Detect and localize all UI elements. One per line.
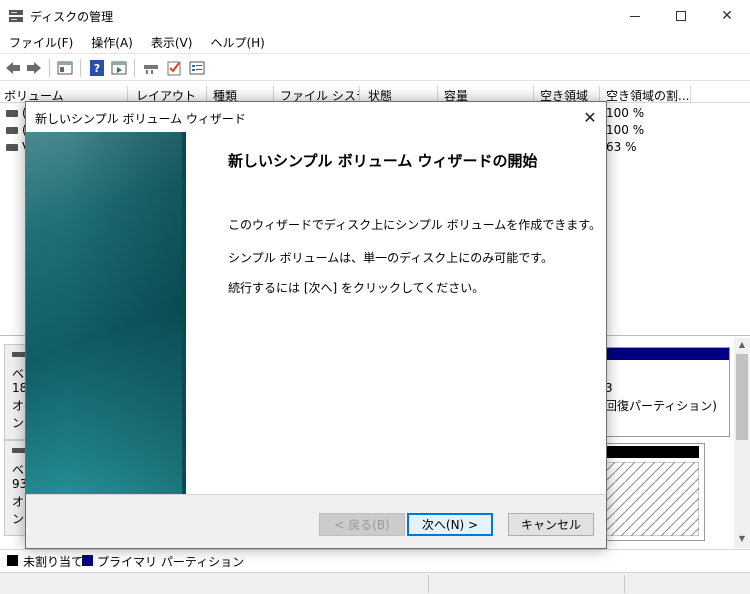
connect-icon[interactable]: [142, 59, 160, 77]
dialog-title: 新しいシンプル ボリューム ウィザード: [35, 112, 246, 126]
disk-icon: [12, 448, 26, 453]
legend-primary: プライマリ パーティション: [97, 555, 245, 569]
banner-shade: [66, 132, 186, 494]
free-percent: 100 %: [606, 123, 645, 137]
maximize-button[interactable]: [658, 0, 704, 32]
menu-view[interactable]: 表示(V): [142, 32, 202, 52]
volume-icon: [6, 144, 18, 151]
primary-swatch: [82, 555, 93, 566]
check-icon[interactable]: [165, 59, 183, 77]
forward-icon[interactable]: [25, 59, 43, 77]
close-icon: ✕: [721, 8, 733, 24]
legend: 未割り当て プライマリ パーティション: [0, 549, 750, 571]
properties-icon[interactable]: [188, 59, 206, 77]
close-icon: ✕: [583, 107, 597, 127]
menu-help[interactable]: ヘルプ(H): [201, 32, 273, 52]
minimize-icon: [630, 15, 640, 17]
menu-file[interactable]: ファイル(F): [0, 32, 82, 52]
dialog-footer: < 戻る(B) 次へ(N) > キャンセル: [26, 494, 606, 548]
close-button[interactable]: ✕: [704, 0, 750, 32]
window-title: ディスクの管理: [30, 10, 114, 24]
unallocated-hatch: [605, 462, 699, 536]
disk-management-icon: [9, 10, 23, 22]
unallocated-swatch: [7, 555, 18, 566]
free-percent: 63 %: [606, 140, 637, 154]
menu-action[interactable]: 操作(A): [82, 32, 142, 52]
toolbar-separator: [49, 59, 50, 77]
disk1-type: ベ: [12, 463, 25, 477]
scrollbar-thumb[interactable]: [736, 354, 748, 440]
wizard-banner-image: [26, 132, 186, 494]
toolbar: ?: [0, 53, 750, 81]
volume-icon: [6, 127, 18, 134]
next-button[interactable]: 次へ(N) >: [407, 513, 493, 536]
toolbar-separator: [80, 59, 81, 77]
disk0-type: ベ: [12, 367, 25, 381]
toolbar-separator: [134, 59, 135, 77]
wizard-text-3: 続行するには [次へ] をクリックしてください。: [228, 281, 485, 295]
volume-icon: [6, 110, 18, 117]
primary-partition-bar: [601, 348, 729, 360]
action-pane-icon[interactable]: [110, 59, 128, 77]
help-icon[interactable]: ?: [88, 59, 106, 77]
dialog-close-button[interactable]: ✕: [574, 102, 606, 132]
unallocated-bar: [605, 446, 699, 458]
free-percent: 100 %: [606, 106, 645, 120]
svg-text:?: ?: [94, 62, 100, 75]
scroll-down-icon[interactable]: ▼: [734, 534, 750, 548]
partition-label: 回復パーティション): [605, 399, 717, 413]
wizard-text-1: このウィザードでディスク上にシンプル ボリュームを作成できます。: [228, 218, 602, 232]
status-separator: [624, 575, 625, 593]
cancel-button[interactable]: キャンセル: [508, 513, 594, 536]
new-simple-volume-wizard: 新しいシンプル ボリューム ウィザード ✕ 新しいシンプル ボリューム ウィザー…: [25, 101, 607, 549]
unallocated-region[interactable]: [600, 443, 705, 541]
title-bar: ディスクの管理 ✕: [0, 0, 750, 32]
disk-icon: [12, 352, 26, 357]
console-tree-icon[interactable]: [56, 59, 74, 77]
status-separator: [428, 575, 429, 593]
col-free-percent[interactable]: 空き領域の割...: [602, 86, 691, 103]
banner-edge: [182, 132, 186, 494]
dialog-title-bar: 新しいシンプル ボリューム ウィザード ✕: [26, 102, 606, 132]
back-icon[interactable]: [4, 59, 22, 77]
vertical-scrollbar[interactable]: ▲ ▼: [734, 338, 750, 548]
back-button[interactable]: < 戻る(B): [319, 513, 405, 536]
maximize-icon: [676, 11, 686, 21]
wizard-heading: 新しいシンプル ボリューム ウィザードの開始: [228, 152, 538, 170]
status-bar: [0, 572, 750, 594]
minimize-button[interactable]: [612, 0, 658, 32]
menu-bar: ファイル(F) 操作(A) 表示(V) ヘルプ(H): [0, 32, 750, 52]
wizard-text-2: シンプル ボリュームは、単一のディスク上にのみ可能です。: [228, 251, 554, 265]
scroll-up-icon[interactable]: ▲: [734, 340, 750, 354]
legend-unallocated: 未割り当て: [23, 555, 84, 569]
recovery-partition[interactable]: 3 回復パーティション): [600, 347, 730, 437]
